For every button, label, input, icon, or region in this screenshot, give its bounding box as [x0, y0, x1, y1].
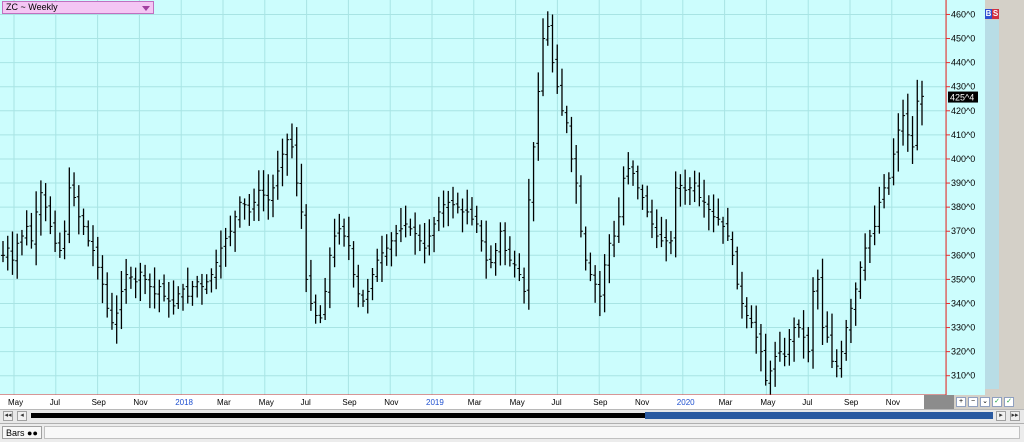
chevron-down-icon — [142, 6, 150, 11]
buy-sell-buttons: BS — [985, 9, 999, 19]
sell-button[interactable]: S — [992, 9, 999, 19]
check-icon[interactable]: ✓ — [992, 397, 1002, 407]
price-tick-label: 320^0 — [951, 347, 975, 357]
price-tick-label: 450^0 — [951, 34, 975, 44]
status-field — [44, 426, 1020, 439]
time-tick-label: Mar — [719, 398, 733, 407]
price-tick-label: 350^0 — [951, 274, 975, 284]
time-tick-label: 2020 — [677, 398, 695, 407]
time-tick-label: 2019 — [426, 398, 444, 407]
time-tick-label: 2018 — [175, 398, 193, 407]
status-bar: Bars ●● — [0, 423, 1024, 442]
scroll-first-button[interactable]: ◂◂ — [3, 411, 13, 421]
time-tick-label: Nov — [886, 398, 900, 407]
time-tick-label: Mar — [217, 398, 231, 407]
glasses-icon: ●● — [27, 428, 38, 438]
time-tick-label: May — [510, 398, 525, 407]
price-tick-label: 460^0 — [951, 9, 975, 19]
time-tick-label: Sep — [342, 398, 357, 407]
scroll-last-button[interactable]: ▸▸ — [1010, 411, 1020, 421]
symbol-selector-label: ZC ~ Weekly — [6, 2, 58, 12]
time-tick-label: Sep — [844, 398, 859, 407]
time-tick-label: Sep — [92, 398, 107, 407]
time-tick-label: Nov — [384, 398, 398, 407]
svg-text:425^4: 425^4 — [950, 93, 974, 103]
price-chart[interactable]: 310^0 320^0 330^0 340^0 350^0 360^0 370^0 380^0… — [0, 0, 1024, 409]
bars-tab[interactable]: Bars ●● — [2, 426, 42, 439]
scroll-thumb[interactable] — [645, 412, 993, 419]
scroll-right-button[interactable]: ▸ — [996, 411, 1006, 421]
price-tick-label: 340^0 — [951, 298, 975, 308]
price-tick-label: 370^0 — [951, 226, 975, 236]
bars-tab-label: Bars — [6, 428, 25, 438]
scroll-left-button[interactable]: ◂ — [17, 411, 27, 421]
price-tick-label: 380^0 — [951, 202, 975, 212]
price-tick-label: 420^0 — [951, 106, 975, 116]
price-tick-label: 430^0 — [951, 82, 975, 92]
time-tick-label: May — [8, 398, 23, 407]
scroll-down-icon[interactable]: ⌄ — [980, 397, 990, 407]
check-alt-icon[interactable]: ✓ — [1004, 397, 1014, 407]
price-tick-label: 390^0 — [951, 178, 975, 188]
time-tick-label: Nov — [133, 398, 147, 407]
zoom-out-icon[interactable]: − — [968, 397, 978, 407]
time-tick-label: May — [760, 398, 775, 407]
time-axis-corner — [924, 395, 954, 409]
time-tick-label: Sep — [593, 398, 608, 407]
time-tick-label: Jul — [301, 398, 311, 407]
time-tick-label: Jul — [802, 398, 812, 407]
price-tick-label: 310^0 — [951, 371, 975, 381]
price-tick-label: 440^0 — [951, 58, 975, 68]
price-tick-label: 400^0 — [951, 154, 975, 164]
symbol-selector[interactable]: ZC ~ Weekly — [2, 1, 154, 14]
time-tick-label: May — [259, 398, 274, 407]
price-tick-label: 360^0 — [951, 250, 975, 260]
buy-button[interactable]: B — [985, 9, 992, 19]
price-tick-label: 410^0 — [951, 130, 975, 140]
time-tick-label: Jul — [551, 398, 561, 407]
chart-scrollbar-row: ◂◂ ◂ ▸ ▸▸ — [0, 409, 1024, 423]
right-gutter — [985, 20, 999, 389]
time-tick-label: Mar — [468, 398, 482, 407]
last-price-tag: 425^4 — [948, 91, 978, 103]
price-tick-label: 330^0 — [951, 323, 975, 333]
time-tick-label: Nov — [635, 398, 649, 407]
zoom-in-icon[interactable]: + — [956, 397, 966, 407]
time-tick-label: Jul — [50, 398, 60, 407]
